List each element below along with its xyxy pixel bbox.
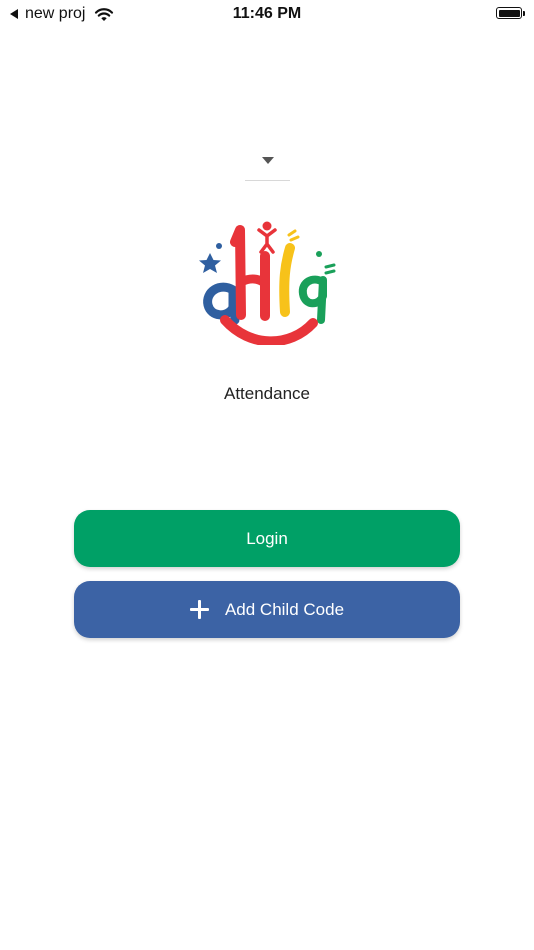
add-child-code-button[interactable]: Add Child Code bbox=[74, 581, 460, 638]
add-child-code-label: Add Child Code bbox=[224, 599, 345, 619]
star-shape bbox=[199, 253, 221, 273]
battery-icon bbox=[496, 7, 525, 19]
login-button[interactable]: Login bbox=[74, 510, 460, 567]
plus-icon bbox=[189, 600, 209, 619]
status-time: 11:46 PM bbox=[232, 5, 302, 22]
selector-dropdown[interactable] bbox=[245, 150, 290, 181]
chevron-down-icon bbox=[261, 157, 274, 164]
app-subtitle: Attendance bbox=[223, 384, 310, 403]
status-bar: new proj 11:46 PM bbox=[0, 0, 534, 28]
ahla-logo bbox=[199, 221, 336, 345]
login-button-label: Login bbox=[246, 528, 288, 548]
